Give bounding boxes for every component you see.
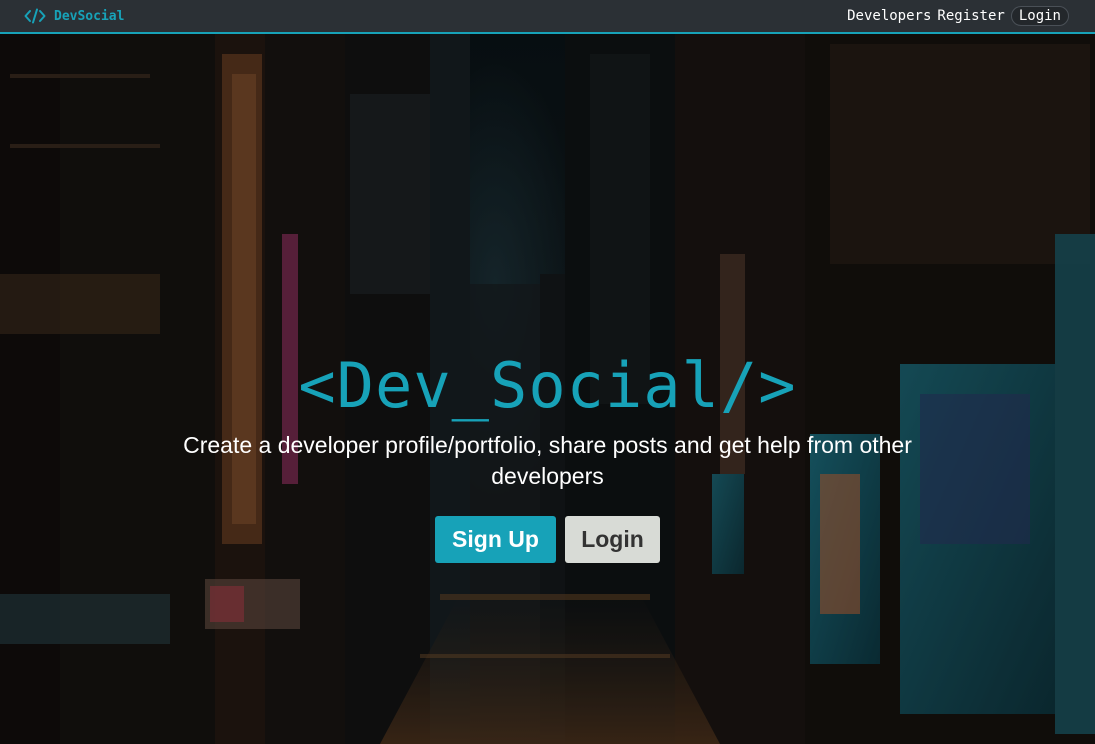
- nav-link-login[interactable]: Login: [1010, 6, 1069, 26]
- hero-title: <Dev_Social/>: [298, 349, 797, 422]
- brand-link[interactable]: DevSocial: [24, 8, 124, 24]
- navbar: DevSocial Developers Register Login: [0, 0, 1095, 34]
- nav-link-register[interactable]: Register: [937, 6, 1004, 26]
- sign-up-button[interactable]: Sign Up: [435, 516, 556, 563]
- login-button[interactable]: Login: [565, 516, 660, 563]
- brand-name: DevSocial: [54, 8, 125, 24]
- hero-buttons: Sign Up Login: [0, 516, 1095, 563]
- nav-link-developers[interactable]: Developers: [847, 6, 931, 26]
- code-icon: [24, 8, 46, 24]
- hero: <Dev_Social/> Create a developer profile…: [0, 350, 1095, 563]
- landing-section: <Dev_Social/> Create a developer profile…: [0, 34, 1095, 744]
- hero-subtitle: Create a developer profile/portfolio, sh…: [183, 432, 912, 489]
- nav-links: Developers Register Login: [847, 6, 1069, 26]
